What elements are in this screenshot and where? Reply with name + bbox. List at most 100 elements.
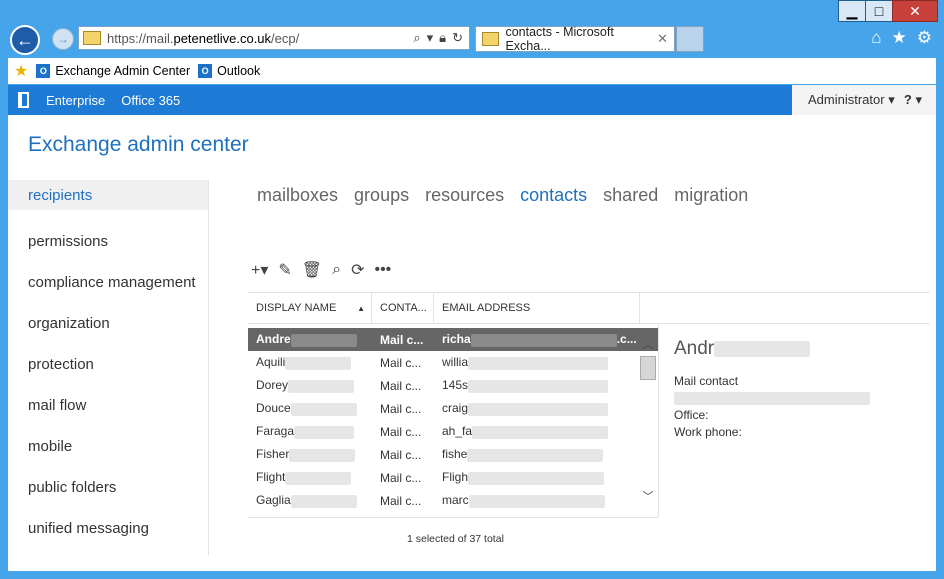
favorites-star-icon[interactable]: ★ <box>14 61 28 81</box>
cell-name: Faraga <box>256 424 295 439</box>
address-tools: ⌕ ▾ 🔒︎ ↻ <box>413 30 469 46</box>
lock-icon[interactable]: 🔒︎ <box>439 30 446 46</box>
search-icon[interactable]: ⌕ <box>332 261 341 279</box>
delete-trash-icon[interactable]: 🗑︎ <box>302 260 322 280</box>
cell-email: willia <box>442 355 469 370</box>
tab-groups[interactable]: groups <box>354 185 409 206</box>
grid-detail-divider <box>658 323 659 517</box>
redacted <box>468 494 605 508</box>
contact-detail-pane: Andr Mail contact Office: Work phone: <box>674 338 930 442</box>
settings-gear-icon[interactable]: ⚙ <box>917 28 932 48</box>
redacted <box>294 425 355 439</box>
chevron-down-icon[interactable]: ﹀ <box>640 488 656 504</box>
nav-mobile[interactable]: mobile <box>8 426 208 467</box>
tab-favicon-icon <box>482 32 500 46</box>
nav-protection[interactable]: protection <box>8 344 208 385</box>
admin-content: Exchange admin center recipients permiss… <box>8 115 936 571</box>
nav-permissions[interactable]: permissions <box>8 221 208 262</box>
minimize-button[interactable]: ▁ <box>838 0 866 22</box>
cell-name: Flight <box>256 470 286 485</box>
cell-name: Dorey <box>256 378 289 393</box>
cell-type: Mail c... <box>380 378 422 393</box>
chevron-up-icon[interactable]: ︿ <box>640 336 656 352</box>
detail-type: Mail contact <box>674 374 739 388</box>
cell-email: fishe <box>442 447 468 462</box>
table-row[interactable]: Gaglia Mail c... marc <box>248 489 658 512</box>
dropdown-icon[interactable]: ▾ <box>427 30 434 46</box>
browser-right-icons: ⌂ ★ ⚙ <box>871 28 932 48</box>
scroll-thumb[interactable] <box>640 356 656 380</box>
grid-bottom-line <box>248 517 658 518</box>
browser-window: ▁ □ ✕ ← → https://mail. petenetlive.co.uk… <box>0 0 944 579</box>
tab-migration[interactable]: migration <box>674 185 748 206</box>
favorite-outlook[interactable]: O Outlook <box>198 64 260 78</box>
redacted <box>290 494 357 508</box>
close-window-button[interactable]: ✕ <box>892 0 938 22</box>
forward-arrow-icon[interactable]: → <box>52 28 74 50</box>
redacted <box>472 425 609 439</box>
tab-contacts[interactable]: contacts <box>520 185 587 206</box>
table-row[interactable]: Fisher Mail c... fishe <box>248 443 658 466</box>
add-icon[interactable]: +▾ <box>251 260 268 280</box>
detail-phone-label: Work phone: <box>674 425 742 440</box>
cell-email: craig <box>442 401 469 416</box>
nav-compliance-management[interactable]: compliance management <box>8 262 208 303</box>
tab-shared[interactable]: shared <box>603 185 658 206</box>
nav-recipients[interactable]: recipients <box>8 180 208 210</box>
nav-organization[interactable]: organization <box>8 303 208 344</box>
url-host: https://mail. <box>107 30 174 46</box>
tab-close-icon[interactable]: ✕ <box>657 31 668 47</box>
window-controls: ▁ □ ✕ <box>838 0 938 22</box>
detail-email <box>674 391 930 406</box>
cell-email: Fligh <box>442 470 469 485</box>
enterprise-link[interactable]: Enterprise <box>46 93 105 108</box>
browser-tab-contacts[interactable]: contacts - Microsoft Excha... ✕ <box>475 25 675 53</box>
col-label: DISPLAY NAME <box>256 302 337 314</box>
tab-title: contacts - Microsoft Excha... <box>505 25 614 53</box>
help-menu[interactable]: ? ▾ <box>904 92 922 108</box>
refresh-icon[interactable]: ↻ <box>452 30 463 46</box>
address-bar[interactable]: https://mail. petenetlive.co.uk/ecp/ ⌕ ▾ … <box>78 26 470 50</box>
col-contact-type[interactable]: CONTA... <box>372 293 434 323</box>
table-row[interactable]: Andre Mail c... richa .c... <box>248 328 658 351</box>
table-row[interactable]: Douce Mail c... craig <box>248 397 658 420</box>
edit-pencil-icon[interactable]: ✎ <box>278 260 291 280</box>
cell-name: Andre <box>256 332 291 347</box>
favorite-exchange-admin-center[interactable]: O Exchange Admin Center <box>36 64 190 78</box>
tab-mailboxes[interactable]: mailboxes <box>257 185 338 206</box>
grid-scrollbar[interactable]: ︿ ﹀ <box>640 336 656 504</box>
nav-unified-messaging[interactable]: unified messaging <box>8 508 208 549</box>
search-icon[interactable]: ⌕ <box>413 30 420 46</box>
redacted <box>285 471 352 485</box>
cell-name: Gaglia <box>256 493 291 508</box>
table-row[interactable]: Faraga Mail c... ah_fa <box>248 420 658 443</box>
cell-type: Mail c... <box>380 447 422 462</box>
nav-mail-flow[interactable]: mail flow <box>8 385 208 426</box>
cell-type: Mail c... <box>380 470 422 485</box>
office-logo-icon <box>16 91 34 109</box>
new-tab-button[interactable] <box>676 26 704 52</box>
tab-resources[interactable]: resources <box>425 185 504 206</box>
cell-type: Mail c... <box>380 424 422 439</box>
home-icon[interactable]: ⌂ <box>871 28 881 48</box>
nav-public-folders[interactable]: public folders <box>8 467 208 508</box>
back-arrow-icon[interactable]: ← <box>10 25 40 55</box>
favorites-star-icon[interactable]: ★ <box>892 28 907 48</box>
table-row[interactable]: Aquili Mail c... willia <box>248 351 658 374</box>
cell-name: Fisher <box>256 447 290 462</box>
admin-label: Administrator <box>808 92 885 107</box>
table-row[interactable]: Dorey Mail c... 145s <box>248 374 658 397</box>
redacted <box>290 402 357 416</box>
col-email-address[interactable]: EMAIL ADDRESS <box>434 293 640 323</box>
cell-type: Mail c... <box>380 493 422 508</box>
col-display-name[interactable]: DISPLAY NAME ▲ <box>248 293 372 323</box>
more-icon[interactable]: ••• <box>374 261 391 279</box>
recipient-tabs: mailboxes groups resources contacts shar… <box>257 185 748 206</box>
refresh-icon[interactable]: ⟳ <box>351 260 364 280</box>
admin-menu[interactable]: Administrator ▾ <box>808 92 895 108</box>
table-row[interactable]: Flight Mail c... Fligh <box>248 466 658 489</box>
url-path: /ecp/ <box>271 30 300 46</box>
nav-divider <box>208 180 209 555</box>
maximize-button[interactable]: □ <box>865 0 893 22</box>
office365-link[interactable]: Office 365 <box>121 93 180 108</box>
